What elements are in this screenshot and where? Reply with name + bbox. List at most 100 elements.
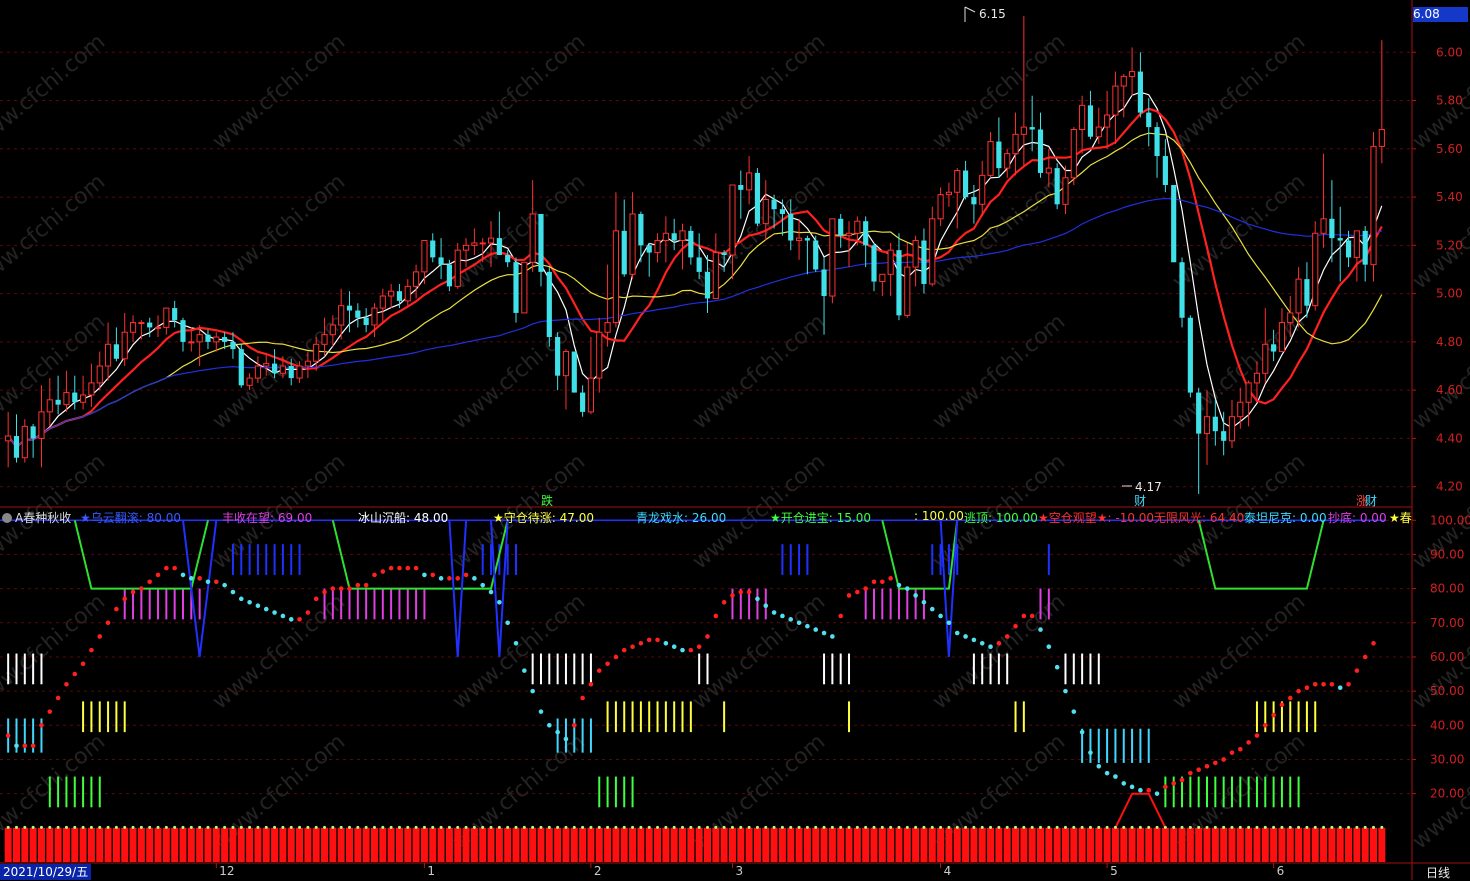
- bottom-bar: [937, 827, 945, 862]
- bottom-bar-dot: [114, 825, 118, 829]
- bottom-bar-dot: [1363, 825, 1367, 829]
- bottom-bar-dot: [1338, 825, 1342, 829]
- indicator-dot: [996, 640, 1002, 646]
- bottom-bar-dot: [339, 825, 343, 829]
- bottom-bar-dot: [1322, 825, 1326, 829]
- candle-body-down: [671, 233, 677, 241]
- indicator-dot: [596, 668, 602, 673]
- settings-circle-icon[interactable]: [2, 513, 12, 523]
- indicator-dot: [189, 576, 194, 581]
- indicator-dot: [738, 589, 744, 595]
- indicator-dot: [1337, 685, 1343, 691]
- watermark-text: www.cfchi.com: [928, 309, 1070, 434]
- indicator-dot: [338, 586, 344, 591]
- indicator-dot: [1304, 685, 1310, 691]
- bottom-bar: [803, 827, 811, 862]
- bottom-bar: [562, 827, 570, 862]
- candle-body-up: [1287, 312, 1294, 324]
- indicator-dot: [1046, 644, 1052, 649]
- bottom-bar-dot: [73, 825, 77, 829]
- bottom-bar-dot: [64, 825, 68, 829]
- candle-body-up: [954, 170, 961, 193]
- bottom-bar-dot: [23, 825, 27, 829]
- candle-body-up: [1253, 372, 1261, 384]
- indicator-dot: [5, 733, 11, 738]
- bottom-bar-dot: [381, 825, 385, 829]
- candle-body-up: [662, 232, 669, 242]
- indicator-dot: [1188, 770, 1193, 776]
- indicator-legend-item: 丰收在望: 69.00: [222, 511, 313, 525]
- candle-body-up: [338, 305, 345, 326]
- indicator-dot: [846, 593, 852, 598]
- bottom-bar: [96, 827, 104, 862]
- indicator-dot: [1004, 634, 1010, 639]
- low-label: 4.17: [1135, 480, 1162, 494]
- candle-body-up: [279, 365, 286, 374]
- bottom-bar: [629, 827, 637, 862]
- bottom-bar-dot: [631, 825, 635, 829]
- bottom-bar-dot: [639, 825, 643, 829]
- indicator-dot: [14, 743, 19, 749]
- bottom-bar: [104, 827, 112, 862]
- indicator-dot: [197, 576, 202, 581]
- indicator-dot: [988, 644, 993, 649]
- bottom-bar-dot: [755, 825, 759, 829]
- bottom-bar: [1086, 827, 1094, 862]
- bottom-bar-dot: [223, 825, 227, 829]
- bottom-bar: [895, 827, 903, 862]
- bottom-bar-dot: [256, 825, 260, 829]
- bottom-bar: [1003, 827, 1011, 862]
- candle-body-up: [1120, 75, 1127, 87]
- bottom-bar-dot: [705, 825, 709, 829]
- month-tick-label: 2: [593, 864, 602, 878]
- watermark-text: www.cfchi.com: [208, 309, 350, 434]
- indicator-dot: [164, 565, 169, 571]
- bottom-bar-dot: [814, 825, 818, 829]
- candle-body-down: [688, 230, 694, 258]
- bottom-bar-dot: [747, 825, 751, 829]
- candle-body-up: [945, 191, 953, 196]
- bottom-bar: [1170, 827, 1178, 862]
- bottom-bar: [404, 827, 412, 862]
- candle-body-down: [1037, 129, 1044, 173]
- bottom-bar: [87, 827, 95, 862]
- bottom-bar: [778, 827, 786, 862]
- period-selector[interactable]: 日线: [1426, 864, 1450, 881]
- candle-body-down: [704, 271, 711, 299]
- bottom-bar-dot: [364, 825, 368, 829]
- candle-body-down: [147, 322, 153, 328]
- candle-body-down: [238, 349, 244, 386]
- indicator-title[interactable]: A春种秋收: [2, 509, 71, 526]
- bottom-bar: [1128, 827, 1136, 862]
- candle-body-up: [1004, 153, 1011, 169]
- indicator-dot: [180, 572, 186, 578]
- bottom-bar: [828, 827, 836, 862]
- indicator-dot: [238, 596, 244, 602]
- indicator-dot: [447, 576, 452, 581]
- bottom-bar-dot: [231, 825, 235, 829]
- indicator-dot: [430, 572, 436, 578]
- bottom-bar-dot: [156, 825, 160, 829]
- indicator-tick-label: 40.00: [1430, 718, 1464, 732]
- indicator-dot: [979, 640, 985, 646]
- indicator-dot: [913, 593, 918, 598]
- indicator-dot: [871, 579, 877, 585]
- bottom-bar-dot: [173, 825, 177, 829]
- candle-body-down: [172, 308, 178, 321]
- bottom-bar-dot: [980, 825, 984, 829]
- candle-body-up: [1020, 126, 1027, 135]
- bottom-bar: [29, 827, 37, 862]
- indicator-dot: [89, 647, 94, 653]
- bottom-bar-dot: [1172, 825, 1176, 829]
- indicator-dot: [1013, 623, 1018, 629]
- indicator-dot: [1138, 787, 1143, 793]
- bottom-bar: [379, 827, 387, 862]
- candle-body-up: [63, 392, 70, 406]
- bottom-bar-dot: [131, 825, 135, 829]
- indicator-dot: [1287, 695, 1293, 701]
- indicator-dot: [1038, 627, 1043, 632]
- indicator-dots: [5, 565, 1376, 796]
- bottom-bar: [429, 827, 437, 862]
- bottom-bar: [212, 827, 220, 862]
- candle-body-up: [562, 351, 570, 377]
